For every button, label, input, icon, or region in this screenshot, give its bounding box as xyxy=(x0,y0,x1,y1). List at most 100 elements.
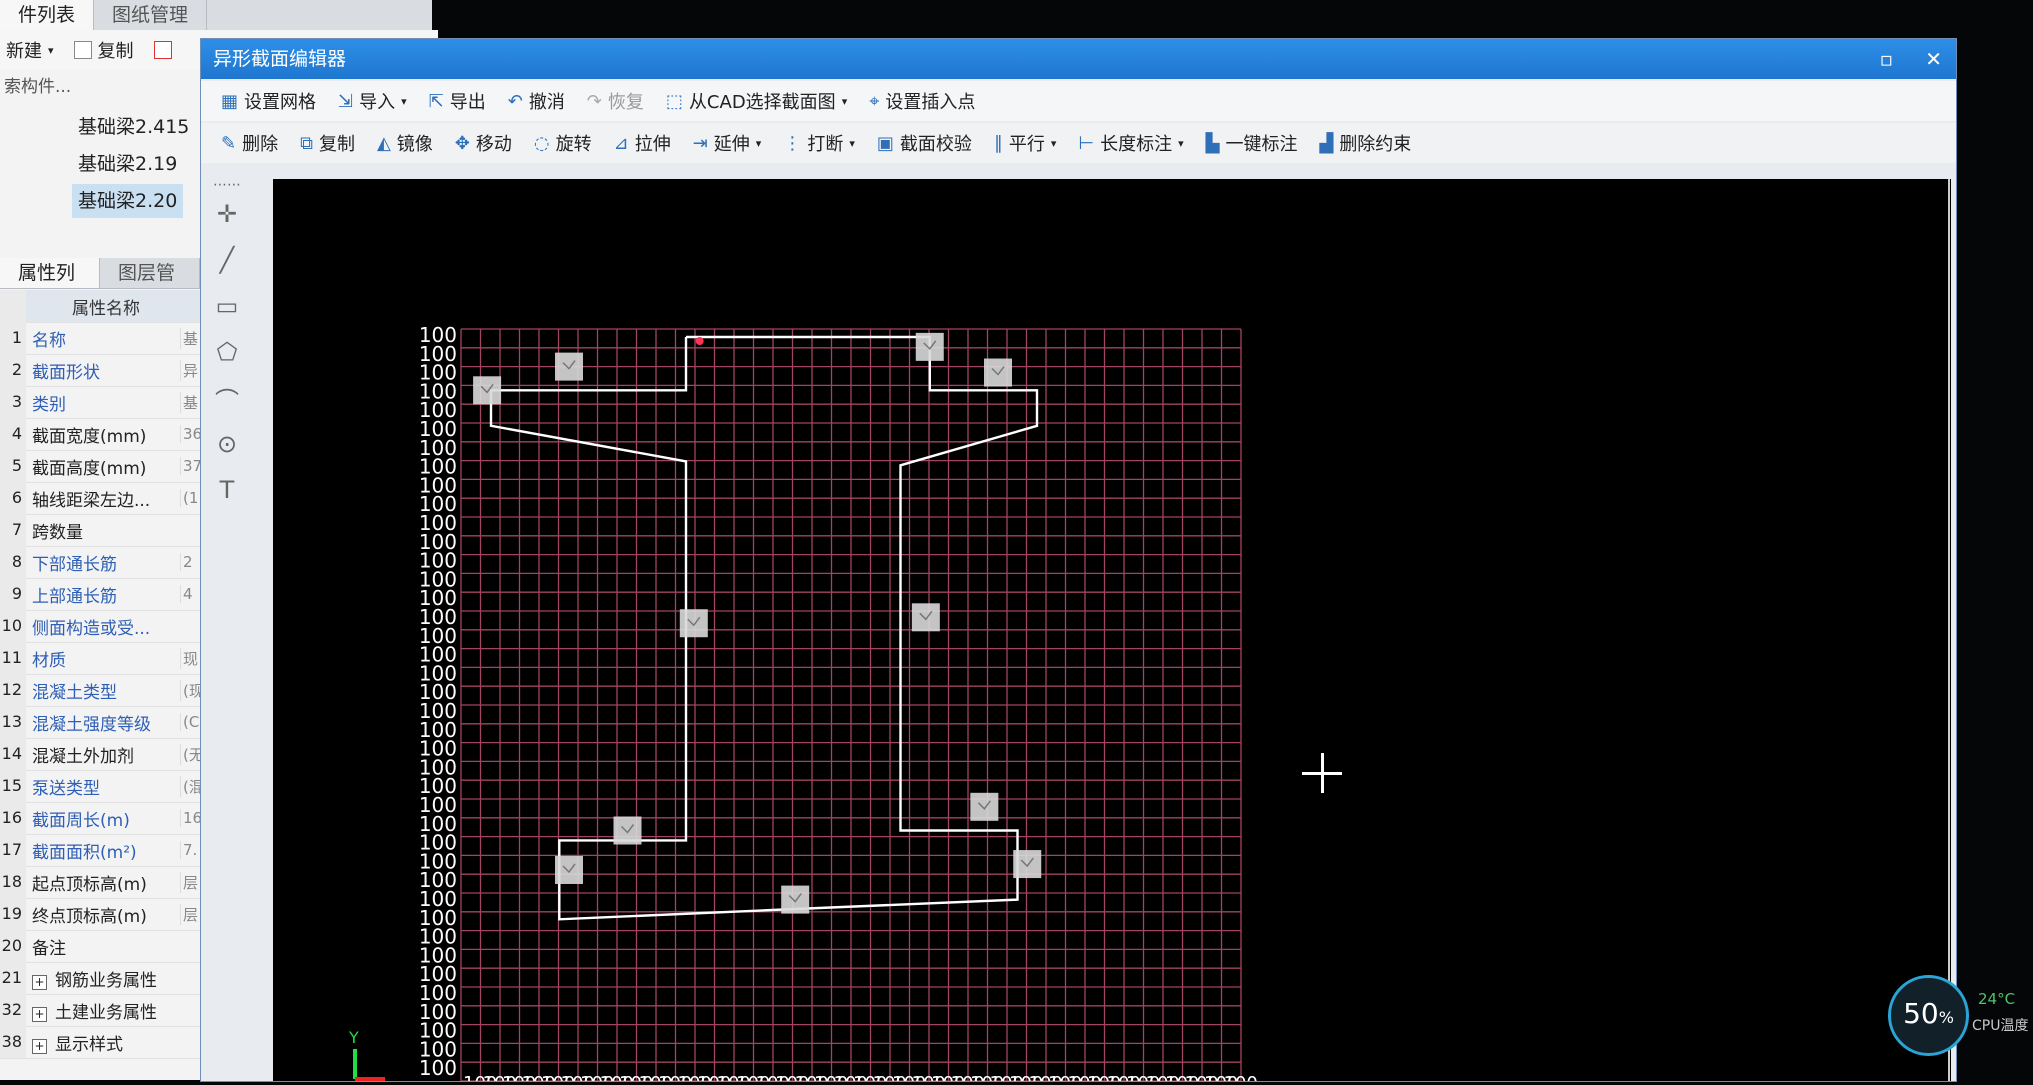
break-button[interactable]: ⋮ 打断 ▾ xyxy=(783,130,855,156)
row-number: 15 xyxy=(0,770,26,802)
table-row[interactable]: 32 + 土建业务属性 xyxy=(0,994,205,1027)
table-row[interactable]: 20 备注 xyxy=(0,930,205,963)
vertex-marker xyxy=(915,332,944,361)
table-row[interactable]: 9 上部通长筋 4 xyxy=(0,578,205,611)
insert-point-button[interactable]: ⌖ 设置插入点 xyxy=(869,88,975,114)
search-input[interactable]: 索构件... xyxy=(0,72,234,102)
redo-button[interactable]: ↷ 恢复 xyxy=(587,88,644,114)
maximize-icon[interactable]: ▫ xyxy=(1880,39,1894,79)
expand-icon[interactable]: + xyxy=(32,974,47,990)
move-button[interactable]: ✥ 移动 xyxy=(455,130,512,156)
attr-name: 轴线距梁左边... xyxy=(26,486,180,511)
table-row[interactable]: 18 起点顶标高(m) 层 xyxy=(0,866,205,899)
table-row[interactable]: 16 截面周长(m) 16 xyxy=(0,802,205,835)
table-row[interactable]: 10 侧面构造或受... xyxy=(0,610,205,643)
expand-icon[interactable]: + xyxy=(32,1006,47,1022)
row-number: 38 xyxy=(0,1026,26,1058)
tab-attribute-list[interactable]: 属性列表 xyxy=(0,258,100,314)
attr-name-text: 起点顶标高(m) xyxy=(32,874,147,895)
undo-button[interactable]: ↶ 撤消 xyxy=(508,88,565,114)
attr-name-text: 轴线距梁左边... xyxy=(32,490,151,511)
vertex-marker xyxy=(555,855,583,884)
rectangle-icon[interactable]: ▭ xyxy=(212,291,242,321)
table-row[interactable]: 38 + 显示样式 xyxy=(0,1026,205,1059)
expand-icon[interactable]: + xyxy=(32,1038,47,1054)
vertex-marker xyxy=(613,816,642,845)
table-row[interactable]: 21 + 钢筋业务属性 xyxy=(0,962,205,995)
mirror-button[interactable]: ◭ 镜像 xyxy=(377,130,433,156)
attr-name: 混凝土强度等级 xyxy=(26,710,180,735)
polygon-icon[interactable]: ⬠ xyxy=(212,337,242,367)
table-row[interactable]: 3 类别基 xyxy=(0,386,205,419)
check-button[interactable]: ▣ 截面校验 xyxy=(877,130,972,156)
close-icon[interactable]: ✕ xyxy=(1925,39,1942,79)
new-button-label: 新建 xyxy=(6,41,42,62)
list-item[interactable]: 基础梁2.19 xyxy=(72,147,183,181)
table-row[interactable]: 17 截面面积(m²) 7. xyxy=(0,834,205,867)
attr-name: 类别 xyxy=(26,390,180,415)
cpu-usage-gauge[interactable]: 50% xyxy=(1888,975,1969,1056)
chevron-down-icon: ▾ xyxy=(1178,136,1184,150)
point-icon[interactable]: ✛ xyxy=(212,199,242,229)
drawing-canvas[interactable]: 100 100 100 100 100 100 100 100 100 100 100 100 100 1… xyxy=(273,179,1951,1085)
grid-button[interactable]: ▦ 设置网格 xyxy=(221,88,316,114)
undo-icon: ↶ xyxy=(507,90,523,112)
stretch-button[interactable]: ⊿ 拉伸 xyxy=(614,130,671,156)
section-outline xyxy=(489,335,1039,921)
table-row[interactable]: 7 跨数量 xyxy=(0,514,205,547)
table-row[interactable]: 1 名称基 xyxy=(0,322,205,355)
table-row[interactable]: 2 截面形状异 xyxy=(0,354,205,387)
text-icon[interactable]: T xyxy=(212,475,242,505)
line-icon[interactable]: ╱ xyxy=(212,245,242,275)
arc-icon[interactable]: ⌒ xyxy=(212,383,242,415)
new-button[interactable]: 新建 ▾ xyxy=(6,37,54,63)
copy-button[interactable]: ⧉ 复制 xyxy=(300,130,355,156)
table-row[interactable]: 19 终点顶标高(m) 层 xyxy=(0,898,205,931)
parallel-button[interactable]: ∥ 平行 ▾ xyxy=(994,130,1057,156)
extend-button[interactable]: ⇥ 延伸 ▾ xyxy=(693,130,762,156)
table-row[interactable]: 11 材质现 xyxy=(0,642,205,675)
attr-name-text: 类别 xyxy=(32,394,66,415)
move-icon: ✥ xyxy=(454,132,470,154)
attr-name-text: 混凝土类型 xyxy=(32,682,117,703)
stretch-label: 拉伸 xyxy=(634,134,671,155)
list-item[interactable]: 基础梁2.415 xyxy=(72,110,195,144)
table-row[interactable]: 8 下部通长筋 2 xyxy=(0,546,205,579)
delete-constraint-button[interactable]: ▟ 删除约束 xyxy=(1319,130,1411,156)
table-row[interactable]: 6 轴线距梁左边... (1 xyxy=(0,482,205,515)
import-button[interactable]: ⇲ 导入 ▾ xyxy=(338,88,407,114)
table-row[interactable]: 12 混凝土类型 (现 xyxy=(0,674,205,707)
attr-name: 终点顶标高(m) xyxy=(26,902,180,927)
delete-icon: ✎ xyxy=(221,132,237,154)
attr-name-text: 侧面构造或受... xyxy=(32,618,151,639)
delete-button[interactable]: ✎ 删除 xyxy=(221,130,278,156)
copy-icon: ⧉ xyxy=(300,132,313,154)
table-row[interactable]: 4 截面宽度(mm) 36 xyxy=(0,418,205,451)
delete-button[interactable] xyxy=(153,41,172,59)
table-row[interactable]: 14 混凝土外加剂 (无 xyxy=(0,738,205,771)
circle-icon[interactable]: ⊙ xyxy=(212,429,242,459)
dimension-button[interactable]: ⊢ 长度标注 ▾ xyxy=(1078,130,1183,156)
rotate-icon: ◌ xyxy=(533,132,550,154)
tab-component-list[interactable]: 件列表 xyxy=(0,0,95,30)
attr-name: 下部通长筋 xyxy=(26,550,180,575)
copy-button[interactable]: 复制 xyxy=(73,37,134,63)
table-row[interactable]: 5 截面高度(mm) 37 xyxy=(0,450,205,483)
tab-layer-management[interactable]: 图层管理 xyxy=(100,258,200,314)
attr-name-text: 跨数量 xyxy=(32,522,83,543)
tab-drawing-management[interactable]: 图纸管理 xyxy=(94,0,208,30)
auto-dimension-button[interactable]: ▙ 一键标注 xyxy=(1206,130,1298,156)
attr-name: + 土建业务属性 xyxy=(26,998,180,1023)
attr-name: 截面形状 xyxy=(26,358,180,383)
cad-select-button[interactable]: ⬚ 从CAD选择截面图 ▾ xyxy=(666,88,847,114)
attr-name-text: 终点顶标高(m) xyxy=(32,906,147,927)
list-item-selected[interactable]: 基础梁2.20 xyxy=(72,184,184,218)
cpu-temperature-label: CPU温度 xyxy=(1972,1018,2029,1034)
attr-name: 跨数量 xyxy=(26,518,180,543)
export-button[interactable]: ⇱ 导出 xyxy=(429,88,486,114)
rotate-button[interactable]: ◌ 旋转 xyxy=(534,130,592,156)
attr-name-text: 上部通长筋 xyxy=(32,586,117,607)
table-row[interactable]: 13 混凝土强度等级 (C xyxy=(0,706,205,739)
table-row[interactable]: 15 泵送类型 (混 xyxy=(0,770,205,803)
parallel-icon: ∥ xyxy=(993,132,1003,154)
